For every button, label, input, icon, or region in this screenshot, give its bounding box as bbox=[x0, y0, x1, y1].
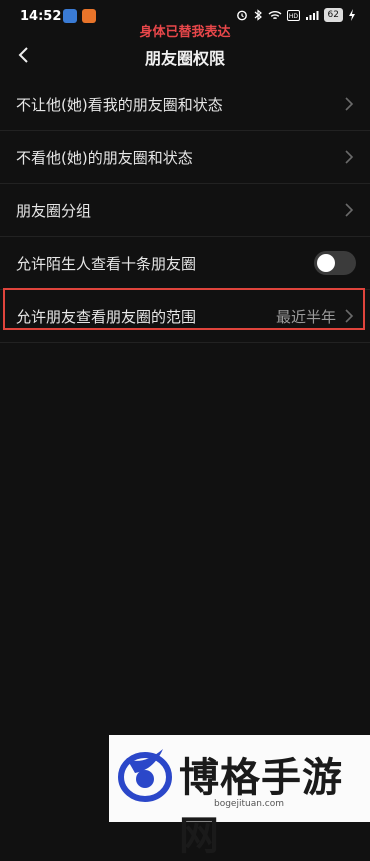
chevron-right-icon bbox=[345, 150, 354, 164]
battery-level: 62 bbox=[323, 8, 343, 22]
status-icons: HD 62 bbox=[236, 8, 356, 22]
row-label: 不让他(她)看我的朋友圈和状态 bbox=[16, 95, 223, 114]
chevron-right-icon bbox=[345, 203, 354, 217]
watermark-url: bogejituan.com bbox=[214, 799, 285, 809]
row-label: 允许朋友查看朋友圈的范围 bbox=[16, 307, 197, 326]
wifi-icon bbox=[268, 10, 282, 19]
row-hide-my-moments[interactable]: 不让他(她)看我的朋友圈和状态 bbox=[0, 78, 370, 131]
toggle-knob bbox=[317, 254, 335, 272]
row-label: 朋友圈分组 bbox=[16, 201, 92, 220]
hd-icon: HD bbox=[286, 9, 300, 21]
watermark: 博格手游网 bogejituan.com bbox=[109, 735, 370, 859]
row-hide-their-moments[interactable]: 不看他(她)的朋友圈和状态 bbox=[0, 131, 370, 184]
alarm-icon bbox=[236, 10, 247, 21]
watermark-logo-icon bbox=[118, 749, 172, 802]
row-moments-groups[interactable]: 朋友圈分组 bbox=[0, 184, 370, 237]
chevron-right-icon bbox=[345, 97, 354, 111]
row-label: 不看他(她)的朋友圈和状态 bbox=[16, 148, 193, 167]
row-value: 最近半年 bbox=[275, 307, 336, 326]
signal-icon bbox=[305, 10, 319, 20]
charging-icon bbox=[349, 9, 355, 21]
chevron-right-icon bbox=[345, 309, 354, 323]
row-label: 允许陌生人查看十条朋友圈 bbox=[16, 254, 197, 273]
row-strangers-view-ten: 允许陌生人查看十条朋友圈 bbox=[0, 237, 370, 290]
svg-text:HD: HD bbox=[288, 13, 298, 20]
settings-list: 不让他(她)看我的朋友圈和状态 不看他(她)的朋友圈和状态 朋友圈分组 允许陌生… bbox=[0, 78, 370, 343]
strangers-toggle[interactable] bbox=[314, 251, 356, 275]
navigation-bar: 朋友圈权限 bbox=[0, 36, 370, 76]
row-friends-view-range[interactable]: 允许朋友查看朋友圈的范围 最近半年 bbox=[0, 290, 370, 343]
bluetooth-icon bbox=[254, 9, 262, 21]
status-bar: 14:52 HD 62 身体已替我表达 bbox=[0, 0, 370, 40]
page-title: 朋友圈权限 bbox=[144, 49, 225, 68]
